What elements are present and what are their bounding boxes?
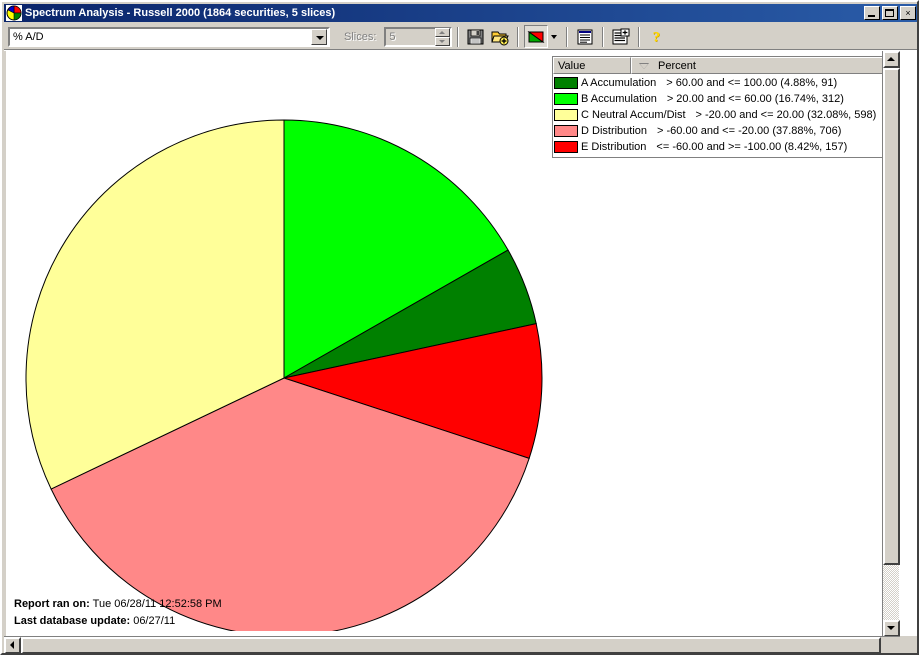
maximize-button[interactable] — [882, 6, 898, 20]
chart-pane: Value Percent A Accumulation > 60.00 and … — [4, 51, 900, 637]
legend-row-description: <= -60.00 and >= -100.00 (8.42%, 157) — [656, 141, 848, 153]
title-bar[interactable]: Spectrum Analysis - Russell 2000 (1864 s… — [4, 4, 917, 22]
toolbar-separator — [638, 26, 641, 47]
slices-decrement-button[interactable] — [435, 36, 451, 46]
scroll-down-button[interactable] — [883, 620, 900, 637]
chart-type-button[interactable] — [524, 25, 549, 48]
legend-row-name: D Distribution — [581, 125, 648, 137]
legend-row-name: E Distribution — [581, 141, 647, 153]
legend-row[interactable]: D Distribution > -60.00 and <= -20.00 (37… — [554, 123, 894, 139]
minimize-icon — [868, 15, 875, 17]
legend-column-percent-label: Percent — [658, 59, 696, 72]
report-ran-value: Tue 06/28/11 12:52:58 PM — [89, 598, 222, 610]
scroll-left-button[interactable] — [4, 637, 21, 653]
app-pie-chart-icon — [6, 5, 22, 21]
report-footer: Report ran on: Tue 06/28/11 12:52:58 PM … — [14, 596, 222, 630]
toolbar-separator — [457, 26, 460, 47]
sort-descending-icon — [639, 63, 649, 69]
legend-color-swatch — [554, 93, 578, 105]
legend-row[interactable]: C Neutral Accum/Dist > -20.00 and <= 20.0… — [554, 107, 894, 123]
triangle-down-icon — [887, 626, 895, 630]
list-report-icon — [577, 29, 593, 44]
close-button[interactable]: × — [900, 6, 916, 20]
legend-header: Value Percent — [553, 57, 894, 74]
horizontal-scrollbar-thumb[interactable] — [21, 637, 881, 653]
toolbar-separator — [566, 26, 569, 47]
maximize-icon — [885, 9, 894, 17]
legend-row-name: B Accumulation — [581, 93, 657, 105]
report-ran-label: Report ran on: — [14, 598, 90, 610]
report-ran-line: Report ran on: Tue 06/28/11 12:52:58 PM — [14, 596, 222, 613]
metric-combo[interactable]: % A/D — [8, 26, 330, 47]
scrollbar-corner — [900, 636, 917, 653]
legend-row-description: > -20.00 and <= 20.00 (32.08%, 598) — [695, 109, 877, 121]
legend-color-swatch — [554, 125, 578, 137]
pie-chart-icon — [527, 30, 545, 43]
slices-spin-buttons[interactable] — [435, 27, 451, 46]
toolbar: % A/D Slices: 5 ? ? — [4, 24, 917, 50]
save-button[interactable] — [464, 25, 488, 48]
list-report-add-icon — [612, 28, 630, 44]
legend-row-description: > -60.00 and <= -20.00 (37.88%, 706) — [657, 125, 842, 137]
legend-row[interactable]: B Accumulation > 20.00 and <= 60.00 (16.7… — [554, 91, 894, 107]
legend-row-description: > 60.00 and <= 100.00 (4.88%, 91) — [666, 77, 838, 89]
legend-column-percent[interactable]: Percent — [631, 57, 894, 74]
toolbar-separator — [517, 26, 520, 47]
open-folder-add-icon — [491, 31, 510, 45]
legend-panel: Value Percent A Accumulation > 60.00 and … — [552, 56, 895, 158]
legend-row[interactable]: A Accumulation > 60.00 and <= 100.00 (4.8… — [554, 75, 894, 91]
client-area: Value Percent A Accumulation > 60.00 and … — [4, 50, 917, 653]
pie-chart[interactable] — [20, 61, 550, 631]
chart-type-dropdown[interactable] — [548, 25, 561, 48]
window-title: Spectrum Analysis - Russell 2000 (1864 s… — [25, 7, 336, 19]
close-icon: × — [905, 7, 911, 18]
legend-color-swatch — [554, 109, 578, 121]
floppy-disk-icon — [467, 29, 484, 44]
legend-row-description: > 20.00 and <= 60.00 (16.74%, 312) — [666, 93, 844, 105]
report-list-button[interactable] — [573, 25, 597, 48]
open-add-button[interactable] — [488, 25, 512, 48]
slices-value: 5 — [389, 30, 396, 43]
scroll-up-button[interactable] — [883, 51, 900, 68]
vertical-scrollbar-thumb[interactable] — [883, 68, 900, 565]
slices-increment-button[interactable] — [435, 27, 451, 37]
svg-text:?: ? — [653, 29, 661, 45]
legend-color-swatch — [554, 77, 578, 89]
chevron-down-icon[interactable] — [311, 28, 327, 45]
slices-label: Slices: — [344, 30, 377, 43]
help-button[interactable]: ? ? — [645, 25, 669, 48]
report-add-button[interactable] — [609, 25, 633, 48]
question-mark-icon: ? ? — [653, 29, 661, 46]
vertical-scrollbar[interactable] — [882, 51, 900, 637]
pie-slices — [25, 119, 543, 631]
toolbar-separator — [602, 26, 605, 47]
last-update-value: 06/27/11 — [130, 615, 176, 627]
triangle-up-icon — [887, 57, 895, 61]
metric-combo-value: % A/D — [13, 30, 44, 43]
horizontal-scrollbar[interactable] — [4, 636, 917, 653]
legend-row-name: A Accumulation — [581, 77, 657, 89]
legend-color-swatch — [554, 141, 578, 153]
last-update-line: Last database update: 06/27/11 — [14, 613, 222, 630]
legend-rows: A Accumulation > 60.00 and <= 100.00 (4.8… — [553, 74, 894, 155]
minimize-button[interactable] — [864, 6, 880, 20]
legend-column-value[interactable]: Value — [553, 57, 631, 74]
legend-row[interactable]: E Distribution <= -60.00 and >= -100.00 (… — [554, 139, 894, 155]
application-window: Spectrum Analysis - Russell 2000 (1864 s… — [0, 0, 919, 655]
legend-row-name: C Neutral Accum/Dist — [581, 109, 686, 121]
slices-stepper[interactable]: 5 — [384, 26, 453, 47]
triangle-left-icon — [10, 641, 14, 649]
last-update-label: Last database update: — [14, 615, 131, 627]
